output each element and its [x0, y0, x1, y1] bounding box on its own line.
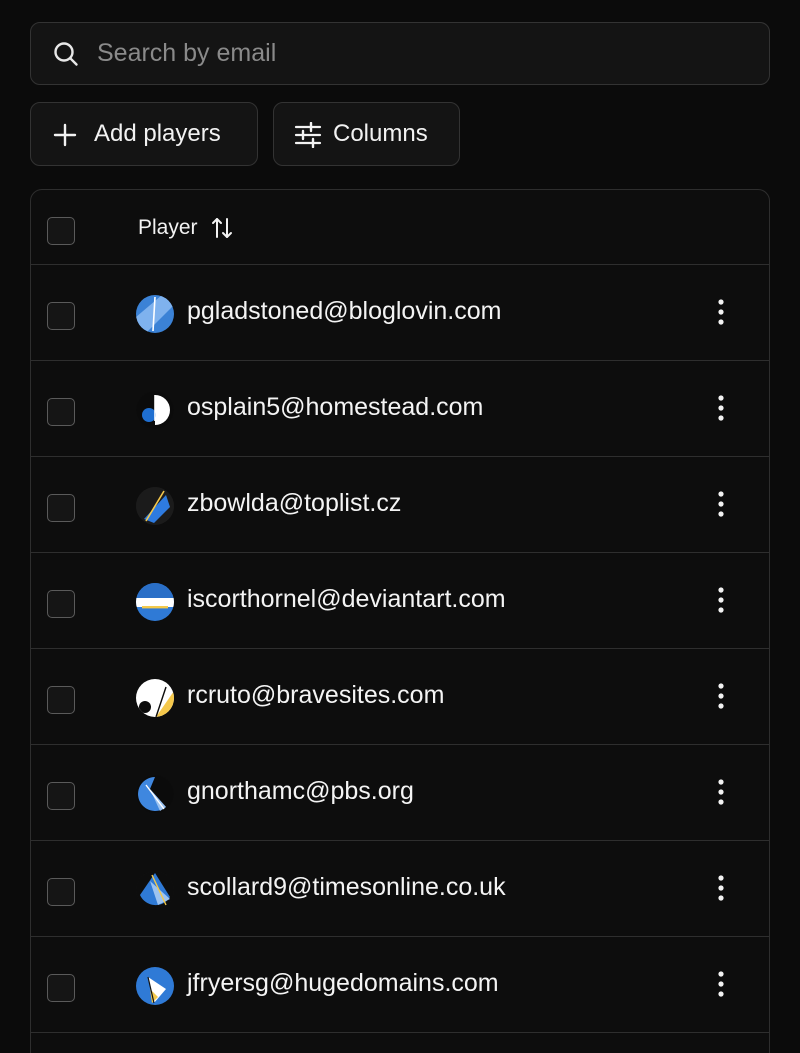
- row-checkbox[interactable]: [47, 590, 75, 618]
- row-checkbox[interactable]: [47, 782, 75, 810]
- more-vertical-icon[interactable]: [711, 681, 731, 711]
- players-page: Add players Columns Player: [0, 0, 800, 1053]
- player-email[interactable]: jfryersg@hugedomains.com: [187, 969, 499, 998]
- avatar: [136, 871, 174, 909]
- table-row[interactable]: pgladstoned@bloglovin.com: [31, 265, 769, 361]
- row-checkbox[interactable]: [47, 398, 75, 426]
- table-row[interactable]: iscorthornel@deviantart.com: [31, 553, 769, 649]
- player-email[interactable]: zbowlda@toplist.cz: [187, 489, 401, 518]
- more-vertical-icon[interactable]: [711, 777, 731, 807]
- columns-label: Columns: [333, 120, 428, 147]
- more-vertical-icon[interactable]: [711, 969, 731, 999]
- player-email[interactable]: pgladstoned@bloglovin.com: [187, 297, 501, 326]
- avatar: [136, 391, 174, 429]
- table-row[interactable]: scollard9@timesonline.co.uk: [31, 841, 769, 937]
- avatar: [136, 775, 174, 813]
- players-table: Player pgladstoned@bloglovin.com osplain…: [30, 189, 770, 1053]
- player-email[interactable]: iscorthornel@deviantart.com: [187, 585, 506, 614]
- avatar: [136, 583, 174, 621]
- player-email[interactable]: gnorthamc@pbs.org: [187, 777, 414, 806]
- more-vertical-icon[interactable]: [711, 489, 731, 519]
- add-players-button[interactable]: Add players: [30, 102, 258, 166]
- more-vertical-icon[interactable]: [711, 297, 731, 327]
- row-checkbox[interactable]: [47, 494, 75, 522]
- avatar: [136, 679, 174, 717]
- row-checkbox[interactable]: [47, 974, 75, 1002]
- row-checkbox[interactable]: [47, 686, 75, 714]
- player-email[interactable]: scollard9@timesonline.co.uk: [187, 873, 506, 902]
- add-players-label: Add players: [94, 120, 221, 147]
- search-icon: [54, 42, 78, 66]
- sort-arrows-icon[interactable]: [210, 216, 234, 240]
- avatar: [136, 295, 174, 333]
- columns-button[interactable]: Columns: [273, 102, 460, 166]
- player-column-header[interactable]: Player: [138, 212, 234, 244]
- more-vertical-icon[interactable]: [711, 393, 731, 423]
- table-row[interactable]: osplain5@homestead.com: [31, 361, 769, 457]
- more-vertical-icon[interactable]: [711, 585, 731, 615]
- table-row[interactable]: jfryersg@hugedomains.com: [31, 937, 769, 1033]
- player-header-label: Player: [138, 216, 198, 239]
- row-checkbox[interactable]: [47, 302, 75, 330]
- table-row[interactable]: rcruto@bravesites.com: [31, 649, 769, 745]
- search-bar[interactable]: [30, 22, 770, 85]
- avatar: [136, 487, 174, 525]
- table-row[interactable]: gnorthamc@pbs.org: [31, 745, 769, 841]
- player-email[interactable]: osplain5@homestead.com: [187, 393, 483, 422]
- select-all-checkbox[interactable]: [47, 217, 75, 245]
- table-row[interactable]: zbowlda@toplist.cz: [31, 457, 769, 553]
- plus-icon: [53, 123, 77, 147]
- avatar: [136, 967, 174, 1005]
- row-checkbox[interactable]: [47, 878, 75, 906]
- search-input[interactable]: [97, 23, 757, 84]
- table-header: Player: [31, 190, 769, 265]
- player-email[interactable]: rcruto@bravesites.com: [187, 681, 444, 710]
- sliders-icon: [294, 122, 322, 148]
- more-vertical-icon[interactable]: [711, 873, 731, 903]
